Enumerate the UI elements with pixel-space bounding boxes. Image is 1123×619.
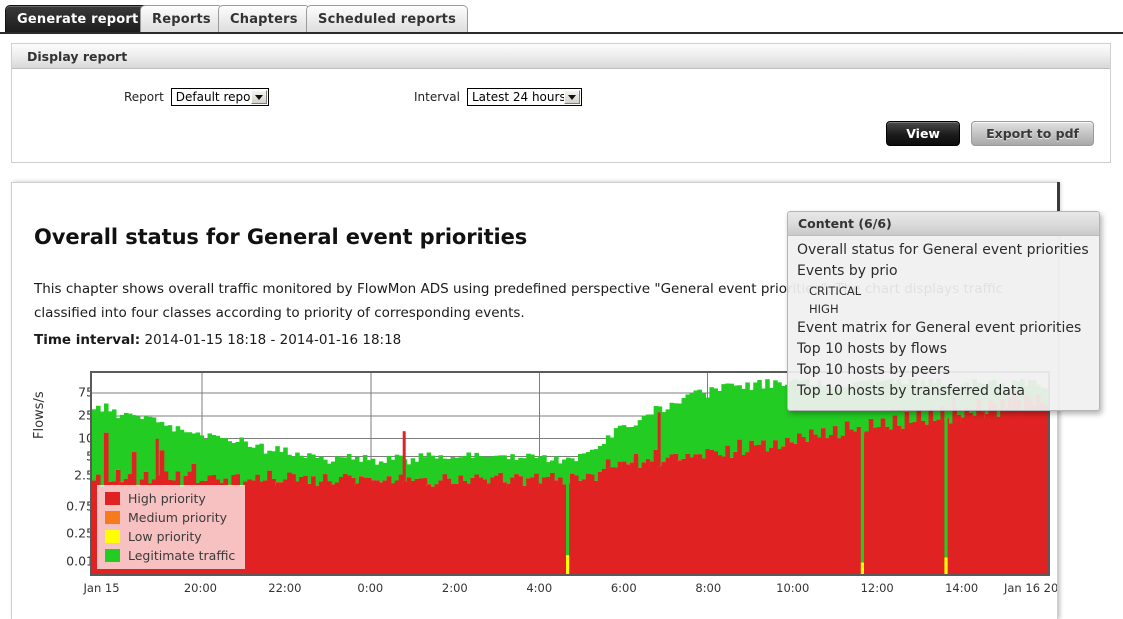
tab-generate-report-label: Generate report [17,11,139,27]
display-report-body: Report Default report Interval Latest 24… [12,69,1110,162]
legend-label-low: Low priority [128,529,202,544]
x-tick-label: Jan 16 2014 [1003,581,1058,595]
view-button[interactable]: View [886,121,961,146]
display-report-panel: Display report Report Default report Int… [11,43,1111,163]
content-popup-item[interactable]: Top 10 hosts by peers [788,360,1099,381]
tab-reports-label: Reports [152,11,211,27]
tab-bar-baseline [0,32,1123,34]
x-tick-label: 2:00 [441,581,468,595]
report-field-label: Report [124,90,164,104]
tab-chapters-label: Chapters [230,11,298,27]
x-tick-label: 0:00 [357,581,384,595]
display-report-header-label: Display report [27,48,128,64]
page-title: Overall status for General event priorit… [34,225,528,249]
display-report-header: Display report [12,44,1110,69]
content-popup-item[interactable]: Top 10 hosts by transferred data [788,381,1099,402]
legend-swatch-legit [105,549,120,562]
export-to-pdf-button-label: Export to pdf [986,126,1079,141]
tab-scheduled-reports-label: Scheduled reports [318,11,457,27]
report-select-value: Default report [175,90,261,104]
chart-legend: High priority Medium priority Low priori… [97,485,246,569]
x-tick-label: 14:00 [945,581,979,595]
interval-field: Interval Latest 24 hours [414,88,582,106]
legend-label-legit: Legitimate traffic [128,548,236,563]
chevron-down-icon[interactable] [250,90,267,104]
x-tick-label: 4:00 [526,581,553,595]
chevron-down-icon[interactable] [563,90,580,104]
view-button-label: View [906,126,940,141]
legend-item-medium: Medium priority [105,510,235,525]
interval-select[interactable]: Latest 24 hours [466,88,582,106]
x-tick-label: 12:00 [860,581,894,595]
page-root: Generate report Reports Chapters Schedul… [0,0,1123,619]
report-time-interval: Time interval: 2014-01-15 18:18 - 2014-0… [34,332,401,348]
report-select[interactable]: Default report [170,88,269,106]
export-to-pdf-button[interactable]: Export to pdf [971,121,1094,146]
x-tick-label: 10:00 [776,581,810,595]
legend-label-high: High priority [128,491,206,506]
legend-label-medium: Medium priority [128,510,228,525]
x-tick-label: 6:00 [610,581,637,595]
content-popup-item[interactable]: CRITICAL [788,282,1099,300]
interval-field-label: Interval [414,90,460,104]
tab-scheduled-reports[interactable]: Scheduled reports [306,5,469,32]
tab-generate-report[interactable]: Generate report [5,5,151,32]
content-popup-list: Overall status for General event priorit… [788,236,1099,410]
chart-y-axis-label: Flows/s [32,391,47,439]
main-tab-bar: Generate report Reports Chapters Schedul… [0,0,1123,34]
action-button-row: View Export to pdf [886,121,1094,146]
legend-item-high: High priority [105,491,235,506]
legend-swatch-high [105,492,120,505]
tab-chapters[interactable]: Chapters [218,5,310,32]
content-popup[interactable]: Content (6/6) Overall status for General… [787,211,1100,411]
x-tick-label: 20:00 [183,581,217,595]
content-popup-header-label: Content (6/6) [798,216,892,231]
report-time-interval-label: Time interval: [34,332,141,348]
x-tick-label: 8:00 [695,581,722,595]
legend-item-low: Low priority [105,529,235,544]
legend-swatch-medium [105,511,120,524]
chart-x-axis-ticks: Jan 15 20:00 22:00 0:00 2:00 4:00 6:00 8:00 10:0… [84,581,1058,601]
content-popup-item[interactable]: HIGH [788,300,1099,318]
legend-item-legit: Legitimate traffic [105,548,235,563]
x-tick-label: Jan 15 [83,581,120,595]
report-form-row: Report Default report Interval Latest 24… [12,88,1110,112]
content-popup-item[interactable]: Event matrix for General event prioritie… [788,318,1099,339]
content-popup-item[interactable]: Overall status for General event priorit… [788,240,1099,261]
tab-reports[interactable]: Reports [140,5,223,32]
report-field: Report Default report [124,88,269,106]
report-time-interval-value: 2014-01-15 18:18 - 2014-01-16 18:18 [144,332,402,348]
x-tick-label: 22:00 [268,581,302,595]
content-popup-item[interactable]: Top 10 hosts by flows [788,339,1099,360]
legend-swatch-low [105,530,120,543]
content-popup-item[interactable]: Events by prio [788,261,1099,282]
interval-select-value: Latest 24 hours [471,90,566,104]
content-popup-header: Content (6/6) [788,212,1099,236]
